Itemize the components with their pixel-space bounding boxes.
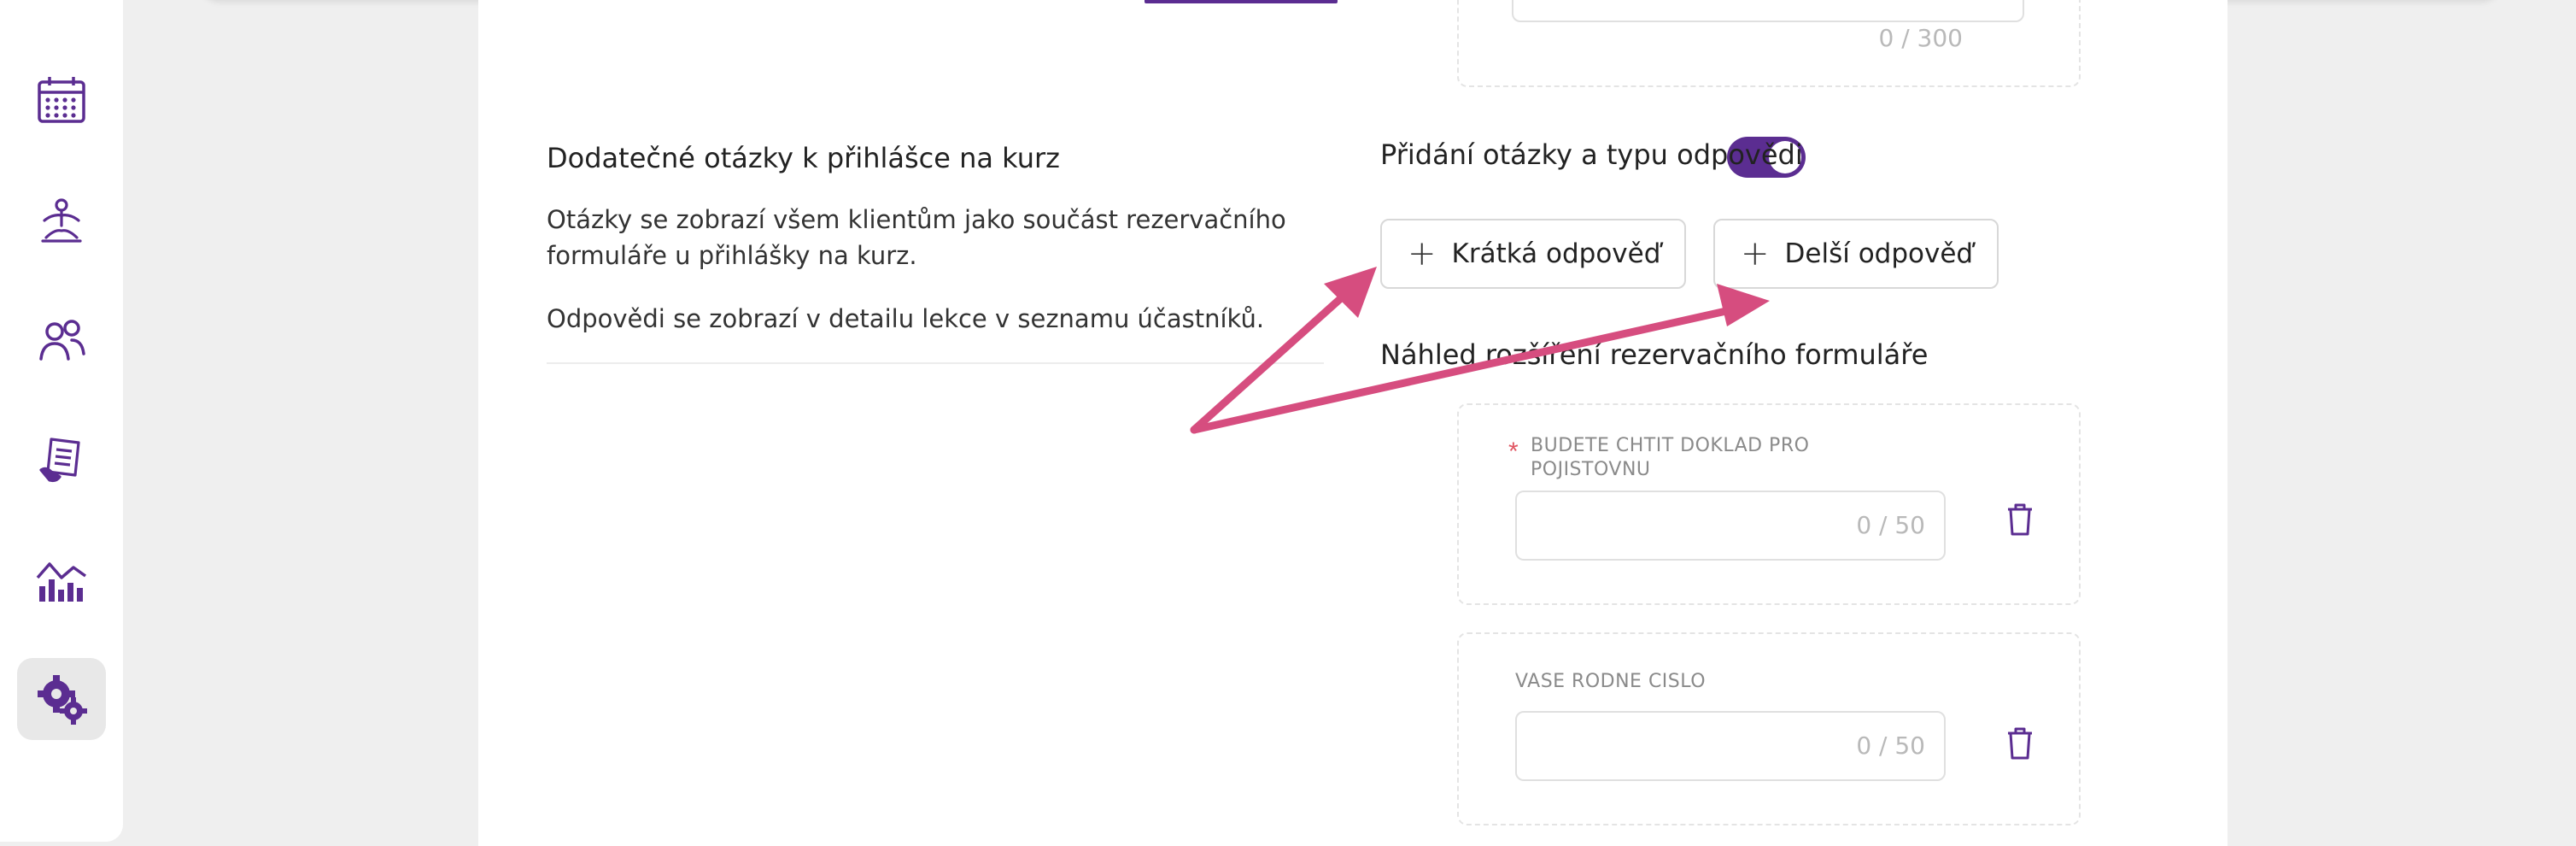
questions-section-title: Dodatečné otázky k přihlášce na kurz xyxy=(547,142,1060,174)
nav-documents[interactable] xyxy=(17,419,106,501)
trash-icon[interactable] xyxy=(2005,502,2034,537)
questions-description: Otázky se zobrazí všem klientům jako sou… xyxy=(547,205,1286,270)
preview-question-card: VASE RODNE CISLO 0 / 50 xyxy=(1457,632,2081,825)
section-divider xyxy=(547,362,1324,364)
answer-counter: 0 / 50 xyxy=(1856,731,1925,760)
top-field-counter: 0 / 300 xyxy=(1878,24,1964,52)
trash-icon[interactable] xyxy=(2005,726,2034,761)
preview-title: Náhled rozšíření rezervačního formuláře xyxy=(1380,338,1929,371)
bar-chart-trend-icon xyxy=(36,562,87,602)
plus-icon: + xyxy=(1741,234,1770,273)
add-long-answer-button[interactable]: + Delší odpověď xyxy=(1713,219,1999,289)
gears-icon xyxy=(38,675,87,725)
add-long-answer-label: Delší odpověď xyxy=(1784,238,1974,269)
add-question-title: Přidání otázky a typu odpovědi xyxy=(1380,138,1803,171)
document-hand-icon xyxy=(39,438,80,483)
top-field-box: 0 / 300 xyxy=(1457,0,2081,87)
preview-question-card: * BUDETE CHTIT DOKLAD PRO POJISTOVNU 0 /… xyxy=(1457,403,2081,605)
question-label: BUDETE CHTIT DOKLAD PRO POJISTOVNU xyxy=(1531,435,1810,480)
question-label: VASE RODNE CISLO xyxy=(1515,671,1707,692)
answers-description: Odpovědi se zobrazí v detailu lekce v se… xyxy=(547,304,1265,333)
answer-counter: 0 / 50 xyxy=(1856,511,1925,539)
nav-statistics[interactable] xyxy=(17,538,106,620)
plus-icon: + xyxy=(1408,234,1437,273)
nav-settings[interactable] xyxy=(17,658,106,740)
sidebar xyxy=(0,0,123,842)
required-asterisk: * xyxy=(1508,438,1519,466)
nav-clients[interactable] xyxy=(17,299,106,381)
active-tab-indicator xyxy=(1145,0,1338,3)
nav-classes[interactable] xyxy=(17,181,106,263)
settings-panel: 0 / 300 Dodatečné otázky k přihlášce na … xyxy=(478,0,2228,846)
question-answer-input[interactable]: 0 / 50 xyxy=(1515,491,1946,561)
top-field-input[interactable] xyxy=(1512,0,2024,22)
add-short-answer-label: Krátká odpověď xyxy=(1451,238,1661,269)
calendar-icon xyxy=(38,77,85,123)
users-icon xyxy=(39,320,85,361)
nav-calendar[interactable] xyxy=(17,60,106,142)
question-answer-input[interactable]: 0 / 50 xyxy=(1515,711,1946,781)
yoga-meditation-icon xyxy=(41,198,82,243)
add-short-answer-button[interactable]: + Krátká odpověď xyxy=(1380,219,1686,289)
